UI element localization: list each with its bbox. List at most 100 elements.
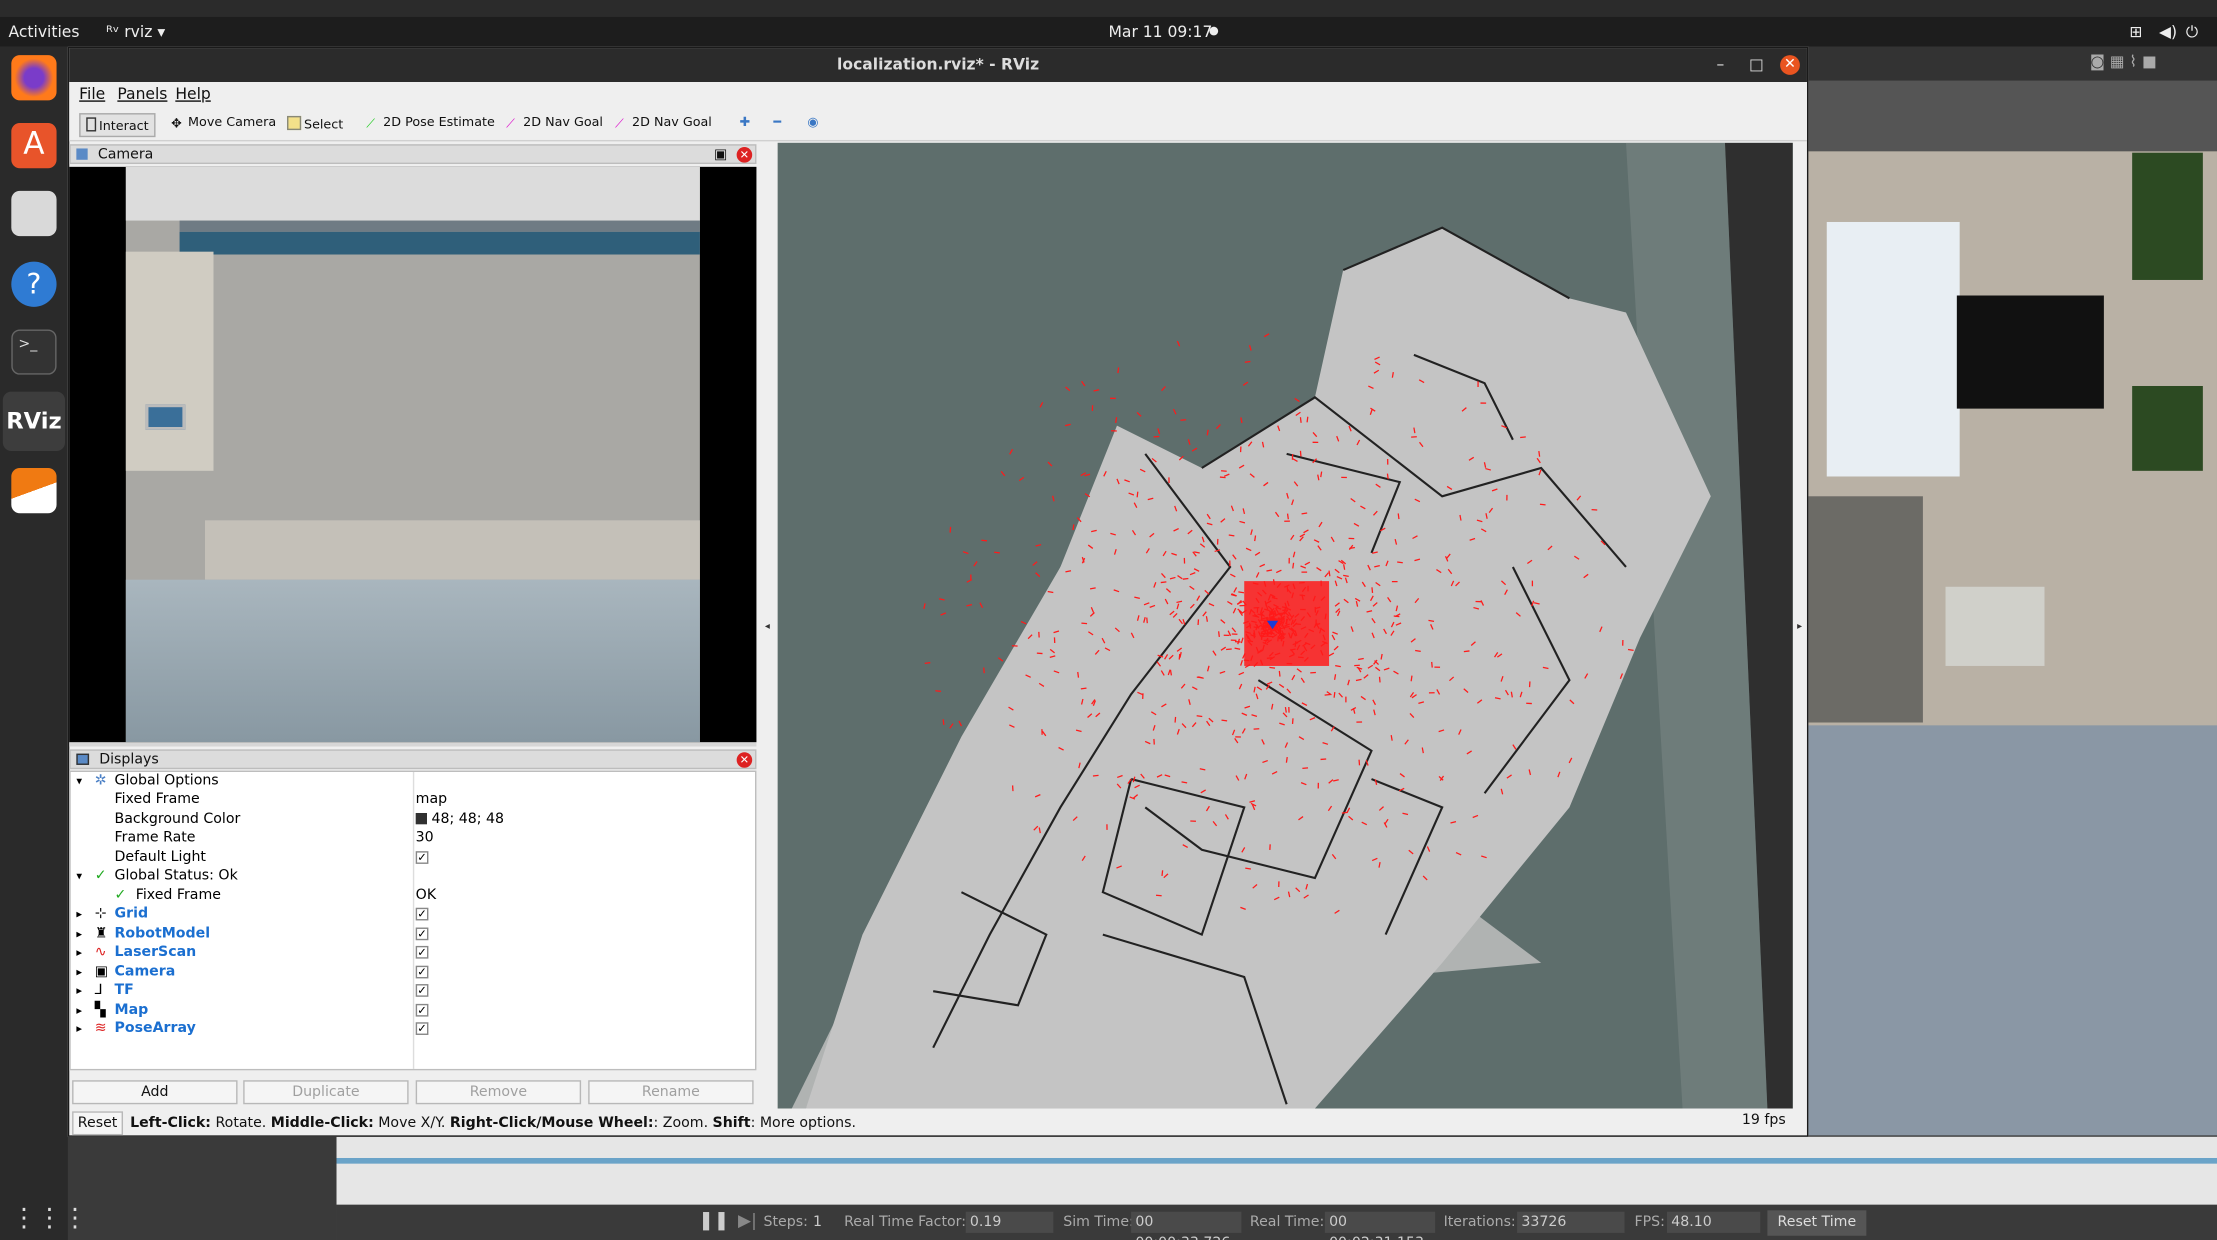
- reset-button[interactable]: Reset: [72, 1111, 124, 1136]
- particle-arrow: [1397, 561, 1403, 564]
- clock[interactable]: Mar 11 09:17: [1108, 23, 1212, 41]
- fps-readout: 19 fps: [1741, 1112, 1786, 1129]
- activities-button[interactable]: Activities: [8, 23, 79, 41]
- particle-arrow: [1080, 687, 1087, 690]
- tree-background-color[interactable]: Background Color 48; 48; 48: [71, 810, 755, 828]
- menu-panels[interactable]: Panels: [117, 85, 167, 103]
- map-icon: ▚: [94, 1002, 106, 1019]
- particle-arrow: [1092, 774, 1099, 777]
- eye-icon[interactable]: ◉: [802, 113, 824, 137]
- power-icon[interactable]: ⏻: [2186, 23, 2198, 43]
- pose-estimate-tool[interactable]: ⟋ 2D Pose Estimate: [361, 113, 501, 137]
- particle-arrow: [949, 723, 954, 729]
- tree-frame-rate[interactable]: Frame Rate 30: [71, 829, 755, 847]
- particle-arrow: [1146, 617, 1148, 624]
- particle-arrow: [1221, 719, 1228, 722]
- help-icon[interactable]: ?: [11, 261, 57, 307]
- particle-arrow: [1218, 631, 1220, 638]
- displays-panel-title[interactable]: Displays ✕: [69, 749, 757, 770]
- particle-arrow: [1172, 408, 1177, 415]
- tree-item-posearray[interactable]: ▸ ≋ PoseArray ✓: [71, 1019, 755, 1037]
- interact-tool[interactable]: Interact: [79, 113, 156, 138]
- window-titlebar[interactable]: localization.rviz* - RViz – □ ✕: [69, 48, 1807, 83]
- duplicate-button[interactable]: Duplicate: [243, 1080, 409, 1105]
- particle-arrow: [1182, 577, 1189, 580]
- particle-arrow: [1431, 661, 1433, 668]
- software-icon[interactable]: A: [11, 123, 57, 169]
- tree-item-robotmodel[interactable]: ▸ ♜ RobotModel ✓: [71, 925, 755, 943]
- particle-arrow: [1157, 428, 1161, 435]
- particle-arrow: [994, 551, 1000, 554]
- remove-tool-icon[interactable]: ━: [768, 113, 787, 137]
- screenshot-icon[interactable]: ◙ ▦ ⌇ ■: [2090, 52, 2157, 70]
- checkbox[interactable]: ✓: [415, 926, 429, 940]
- camera-view[interactable]: [69, 166, 757, 743]
- select-tool[interactable]: Select: [281, 113, 349, 137]
- app-menu[interactable]: ᴿᵛ rviz ▾: [106, 23, 165, 41]
- panel-close-icon[interactable]: ✕: [736, 752, 753, 768]
- right-collapse-icon[interactable]: ▸: [1797, 621, 1802, 632]
- tree-global-options[interactable]: ▾ ✲ Global Options: [71, 772, 755, 790]
- particle-arrow: [958, 720, 963, 727]
- tree-item-camera[interactable]: ▸ ▣ Camera ✓: [71, 963, 755, 981]
- tree-item-tf[interactable]: ▸ ⅃ TF ✓: [71, 981, 755, 999]
- network-icon[interactable]: ⊞: [2129, 23, 2142, 41]
- terminal-icon[interactable]: >_: [11, 329, 57, 375]
- menu-file[interactable]: File: [79, 85, 105, 103]
- particle-arrow: [1328, 570, 1331, 577]
- particle-arrow: [1155, 894, 1162, 897]
- tree-item-laserscan[interactable]: ▸ ∿ LaserScan ✓: [71, 943, 755, 961]
- checkbox[interactable]: ✓: [415, 964, 429, 978]
- camera-panel-title[interactable]: Camera ▣ ✕: [69, 144, 757, 166]
- gz-fps-value: 48.10: [1666, 1211, 1761, 1233]
- tree-default-light[interactable]: Default Light ✓: [71, 848, 755, 866]
- magenta-arrow-icon: ⟋: [506, 117, 516, 132]
- checkbox[interactable]: ✓: [415, 945, 429, 958]
- checkbox[interactable]: ✓: [415, 907, 429, 920]
- particle-arrow: [973, 561, 978, 567]
- move-camera-tool[interactable]: ✥ Move Camera: [165, 113, 281, 137]
- step-icon[interactable]: ▶|: [738, 1210, 757, 1230]
- reset-time-button[interactable]: Reset Time: [1767, 1210, 1867, 1236]
- checkbox[interactable]: ✓: [415, 983, 429, 997]
- rviz-icon[interactable]: RViz: [2, 391, 66, 452]
- firefox-icon[interactable]: [11, 55, 57, 101]
- particle-arrow: [1081, 380, 1086, 387]
- map-3d-view[interactable]: [777, 142, 1793, 1109]
- menu-help[interactable]: Help: [175, 85, 210, 103]
- apps-grid-icon[interactable]: ⋮⋮⋮: [11, 1203, 87, 1240]
- checkbox[interactable]: ✓: [415, 1003, 429, 1016]
- tree-global-status[interactable]: ▾ ✓ Global Status: Ok: [71, 867, 755, 885]
- tree-status-fixed-frame[interactable]: ✓ Fixed Frame OK: [71, 887, 755, 905]
- minimize-icon[interactable]: –: [1716, 48, 1724, 82]
- nav-goal-tool[interactable]: ⟋ 2D Nav Goal: [501, 113, 609, 137]
- maximize-icon[interactable]: □: [1749, 48, 1764, 82]
- rtf-value: 0.19: [965, 1211, 1054, 1233]
- left-collapse-icon[interactable]: ◂: [765, 621, 770, 632]
- tree-fixed-frame[interactable]: Fixed Frame map: [71, 790, 755, 808]
- layers-icon[interactable]: [11, 468, 57, 514]
- green-arrow-icon: ⟋: [366, 117, 376, 132]
- close-icon[interactable]: ✕: [1780, 55, 1800, 75]
- pause-icon[interactable]: ❚❚: [698, 1210, 729, 1231]
- undock-icon[interactable]: ▣: [714, 146, 727, 166]
- nav-goal-tool-2[interactable]: ⟋ 2D Nav Goal: [609, 113, 717, 137]
- remove-button[interactable]: Remove: [415, 1080, 582, 1105]
- add-button[interactable]: Add: [72, 1080, 238, 1105]
- particle-arrow: [1136, 411, 1142, 417]
- checkbox[interactable]: ✓: [415, 850, 429, 864]
- monitor-icon: [76, 753, 90, 765]
- steps-value[interactable]: 1: [813, 1215, 822, 1231]
- gazebo-viewport[interactable]: ◙ ▦ ⌇ ■: [1806, 46, 2217, 1240]
- add-tool-icon[interactable]: ✚: [734, 113, 756, 137]
- files-icon[interactable]: [11, 190, 57, 237]
- tree-item-grid[interactable]: ▸ ⊹ Grid ✓: [71, 905, 755, 923]
- volume-icon[interactable]: ◀): [2159, 23, 2177, 41]
- particle-arrow: [940, 612, 947, 616]
- panel-close-icon[interactable]: ✕: [736, 147, 753, 163]
- rename-button[interactable]: Rename: [588, 1080, 754, 1105]
- steps-label: Steps:: [763, 1214, 808, 1231]
- checkbox[interactable]: ✓: [415, 1021, 429, 1035]
- top-strip: [0, 0, 2217, 17]
- tree-item-map[interactable]: ▸ ▚ Map ✓: [71, 1001, 755, 1019]
